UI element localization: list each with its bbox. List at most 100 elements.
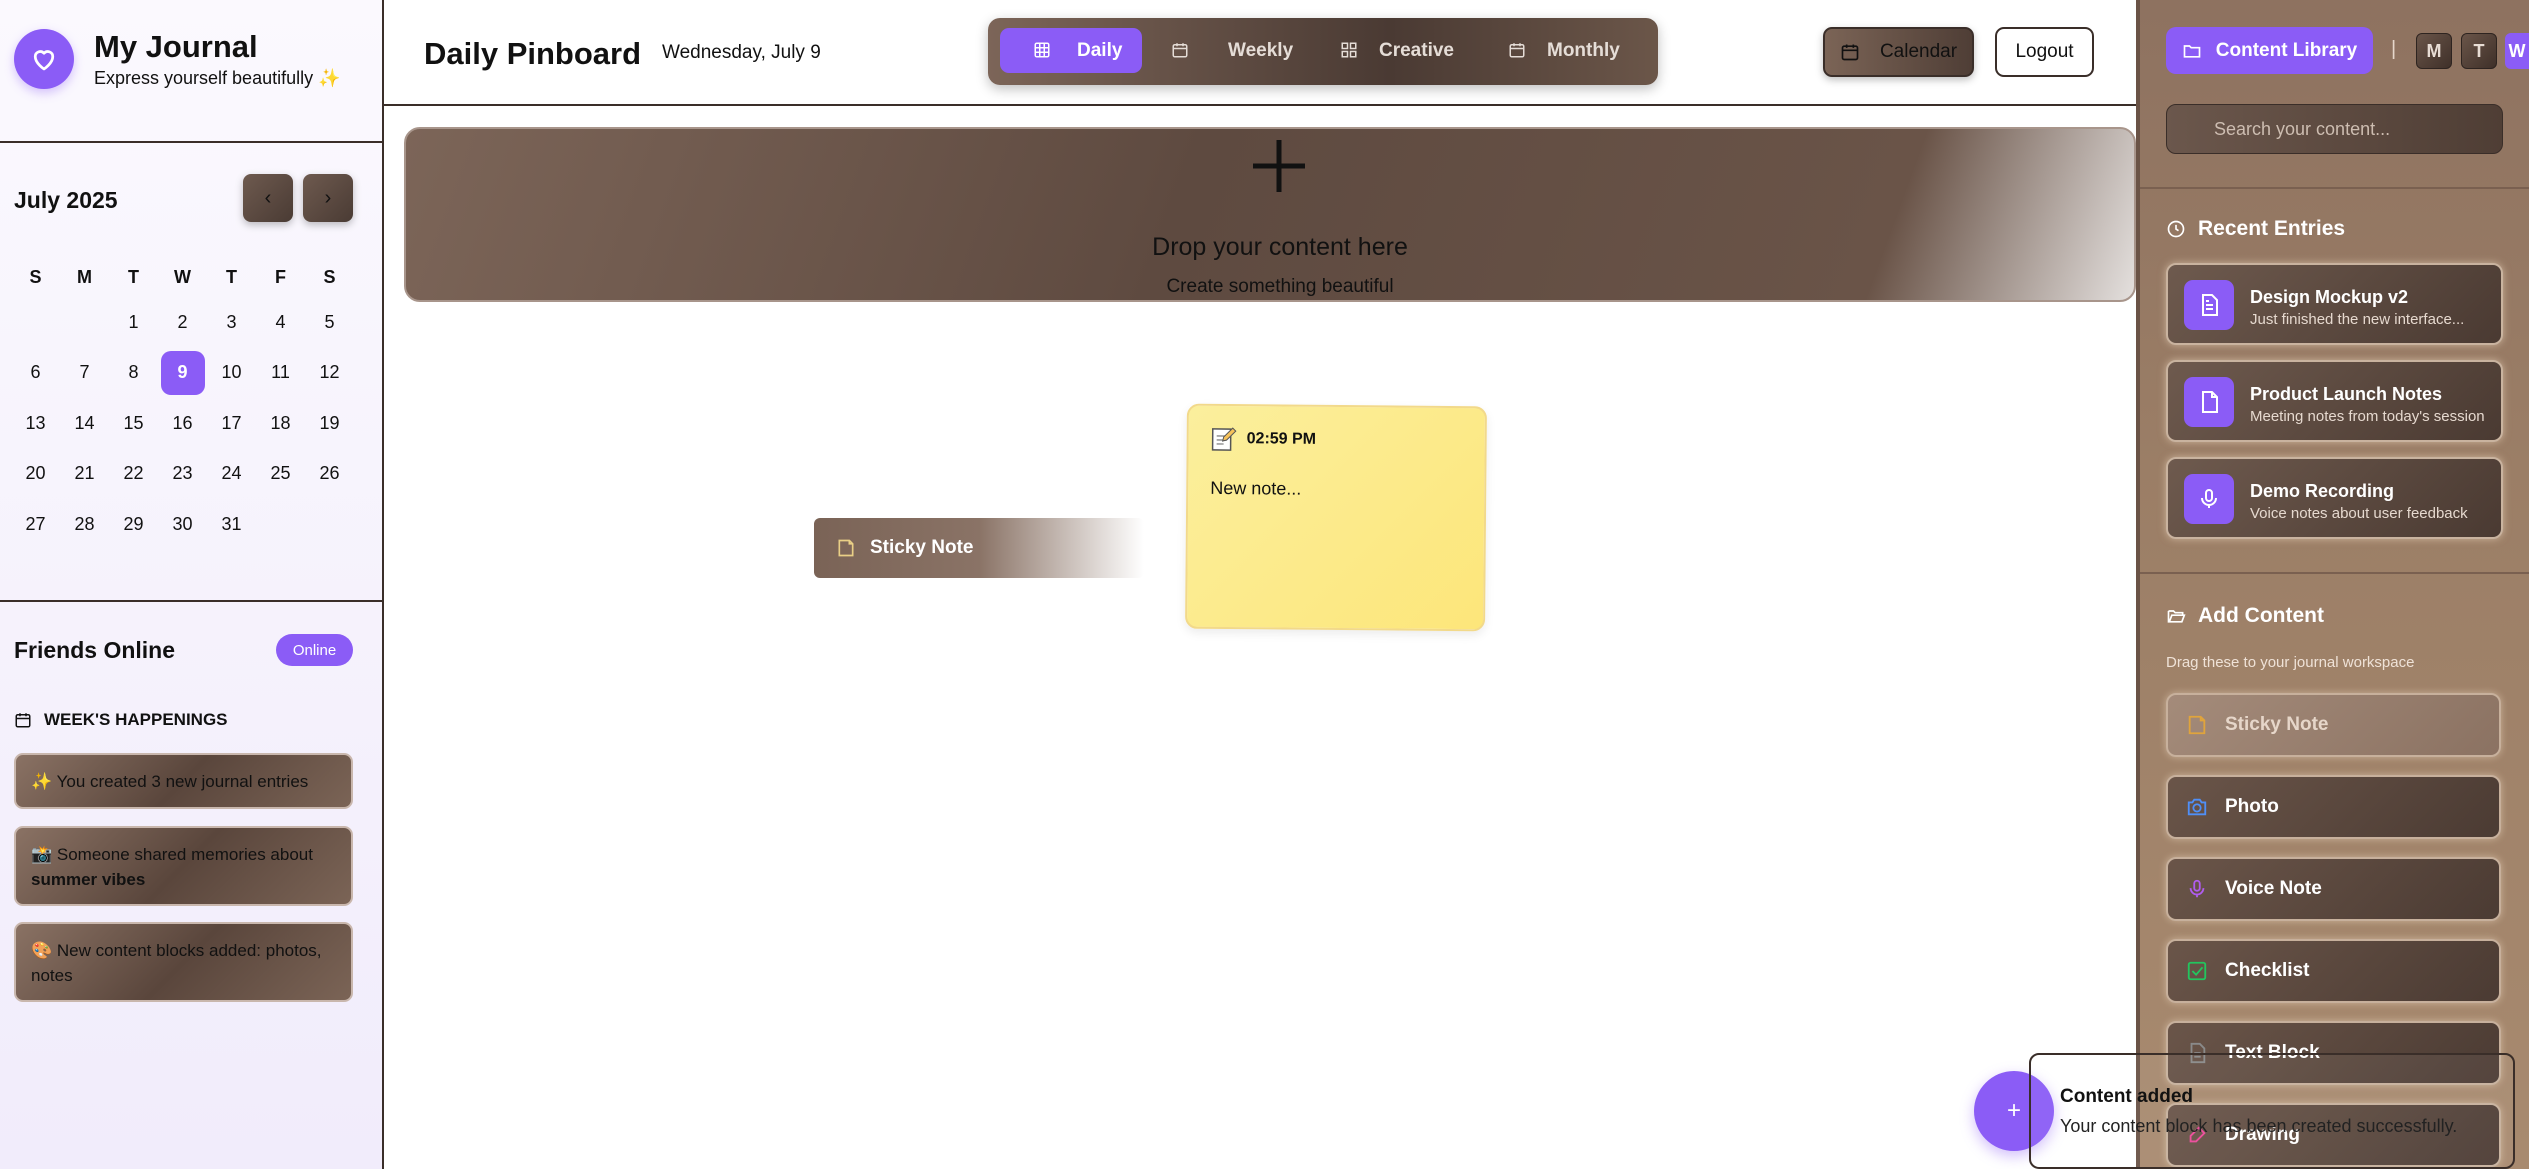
mini-button-w[interactable]: W [2505,33,2529,69]
online-badge[interactable]: Online [276,634,353,666]
grid-icon [1034,42,1050,58]
calendar-day[interactable]: 1 [109,297,158,348]
divider [0,141,382,143]
calendar-day[interactable]: 21 [60,449,109,500]
calendar-day[interactable]: 22 [109,449,158,500]
recent-entries-title: Recent Entries [2166,217,2345,241]
calendar-blank [11,297,60,348]
clock-icon [2167,220,2185,238]
layout-icon [1341,42,1357,58]
calendar-icon [15,713,31,728]
calendar-day[interactable]: 11 [256,348,305,399]
calendar-day[interactable]: 10 [207,348,256,399]
brand: My Journal Express yourself beautifully … [14,29,341,89]
note-time: 02:59 PM [1246,430,1317,448]
divider [2140,572,2529,574]
file-icon [2184,377,2234,427]
microphone-icon [2184,474,2234,524]
weekday-label: T [226,266,237,287]
folder-open-icon [2167,610,2186,623]
divider [0,600,382,602]
calendar-day[interactable]: 8 [109,348,158,399]
calendar-day[interactable]: 27 [11,499,60,550]
calendar-day[interactable]: 4 [256,297,305,348]
app-subtitle: Express yourself beautifully ✨ [94,68,341,88]
camera-icon [2187,798,2207,816]
document-icon [2184,280,2234,330]
calendar-day[interactable]: 31 [207,499,256,550]
recent-entry[interactable]: Design Mockup v2 Just finished the new i… [2166,263,2503,345]
recent-entry[interactable]: Product Launch Notes Meeting notes from … [2166,360,2503,442]
heart-icon [14,29,74,89]
calendar-day[interactable]: 6 [11,348,60,399]
dropzone-subtitle: Create something beautiful [1166,276,1394,297]
calendar-button[interactable]: Calendar [1823,27,1974,77]
tab-daily[interactable]: Daily [1000,28,1142,73]
dragging-sticky-note[interactable]: Sticky Note [814,518,1144,578]
add-photo[interactable]: Photo [2166,775,2501,839]
calendar-icon [1172,43,1188,58]
checkbox-icon [2187,961,2207,981]
calendar-day[interactable]: 24 [207,449,256,500]
calendar-day[interactable]: 17 [207,398,256,449]
add-content-hint: Drag these to your journal workspace [2166,654,2415,671]
memo-icon [1211,427,1237,451]
sticky-note[interactable]: 02:59 PM New note... [1185,403,1487,632]
calendar-day[interactable]: 7 [60,348,109,399]
calendar-day[interactable]: 12 [305,348,354,399]
plus-icon [1253,140,1305,192]
happening-item[interactable]: 🎨 New content blocks added: photos, note… [14,922,353,1002]
calendar-day[interactable]: 16 [158,398,207,449]
recent-entry[interactable]: Demo Recording Voice notes about user fe… [2166,457,2503,539]
view-tabs: Daily Weekly Creative Monthly [988,18,1658,85]
content-library-button[interactable]: Content Library [2166,27,2373,74]
calendar-day[interactable]: 5 [305,297,354,348]
toast-description: Your content block has been created succ… [2060,1116,2458,1136]
tab-creative[interactable]: Creative [1340,28,1480,73]
calendar-day[interactable]: 18 [256,398,305,449]
search-input[interactable] [2166,104,2503,154]
calendar-day[interactable]: 26 [305,449,354,500]
weekday-label: M [77,266,92,287]
calendar-day[interactable]: 20 [11,449,60,500]
dropzone-title: Drop your content here [1152,233,1408,261]
week-happenings-title: WEEK'S HAPPENINGS [14,710,228,730]
folder-icon [2183,44,2201,58]
calendar-day[interactable]: 29 [109,499,158,550]
calendar-icon [1509,43,1525,58]
sticky-note-icon [838,539,854,557]
happening-item[interactable]: 📸 Someone shared memories about summer v… [14,826,353,906]
calendar-day[interactable]: 28 [60,499,109,550]
calendar-day[interactable]: 25 [256,449,305,500]
add-checklist[interactable]: Checklist [2166,939,2501,1003]
calendar-month-label: July 2025 [14,187,118,213]
add-voice-note[interactable]: Voice Note [2166,857,2501,921]
calendar-prev-button[interactable]: ‹ [243,174,293,222]
mini-button-t[interactable]: T [2461,33,2497,69]
add-sticky-note[interactable]: Sticky Note [2166,693,2501,757]
logout-button[interactable]: Logout [1995,27,2094,77]
happening-item[interactable]: ✨ You created 3 new journal entries [14,753,353,809]
toast-notification [2029,1053,2515,1169]
calendar-day[interactable]: 2 [158,297,207,348]
tab-weekly[interactable]: Weekly [1171,28,1311,73]
calendar-day[interactable]: 19 [305,398,354,449]
note-body[interactable]: New note... [1210,478,1301,500]
calendar-next-button[interactable]: › [303,174,353,222]
toast-title: Content added [2060,1086,2193,1107]
weekday-label: W [174,266,191,287]
calendar-day[interactable]: 13 [11,398,60,449]
calendar-blank [60,297,109,348]
calendar-day[interactable]: 15 [109,398,158,449]
calendar-day[interactable]: 23 [158,449,207,500]
tab-monthly[interactable]: Monthly [1508,28,1648,73]
page-title: Daily Pinboard [424,36,642,71]
divider [2140,187,2529,189]
weekday-label: T [128,266,139,287]
calendar-day[interactable]: 3 [207,297,256,348]
add-content-title: Add Content [2166,604,2324,628]
calendar-day[interactable]: 9 [158,348,207,399]
calendar-day[interactable]: 30 [158,499,207,550]
mini-button-m[interactable]: M [2416,33,2452,69]
calendar-day[interactable]: 14 [60,398,109,449]
